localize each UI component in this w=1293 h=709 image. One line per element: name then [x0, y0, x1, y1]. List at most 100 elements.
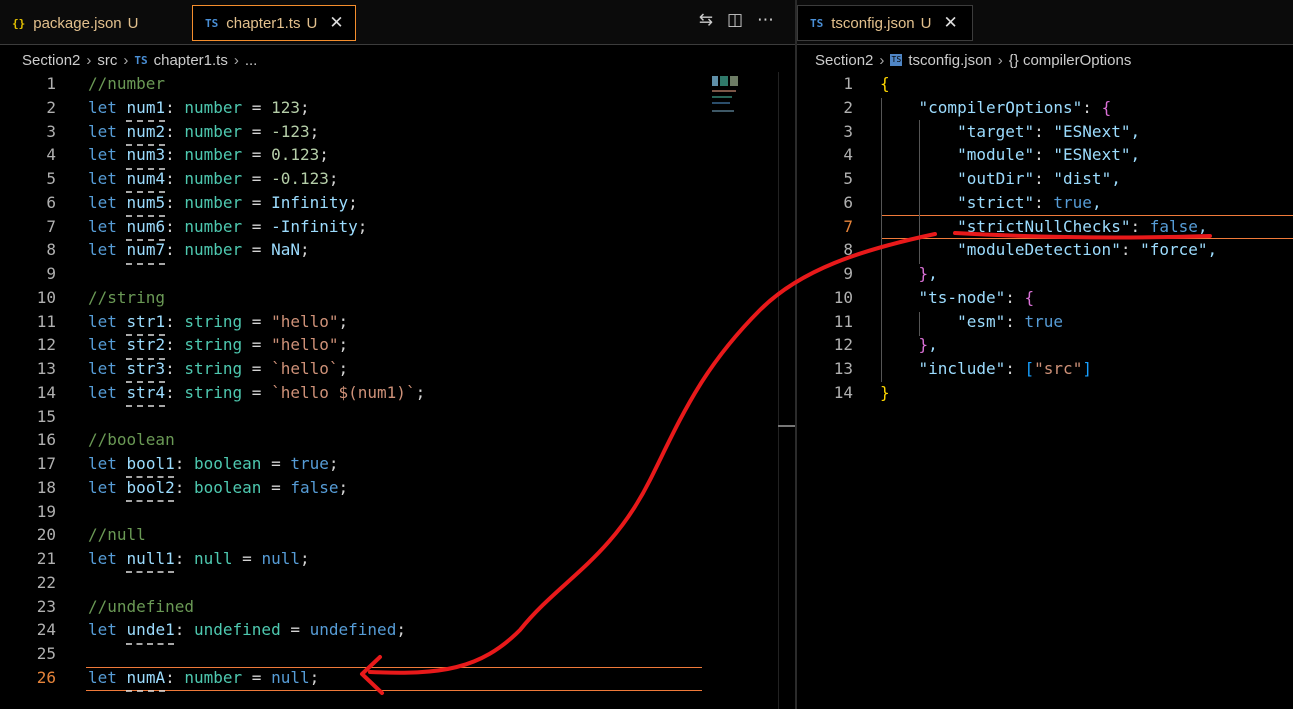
code-text: let num4: number = -0.123; — [88, 169, 339, 188]
chevron-right-icon: › — [123, 51, 129, 69]
vertical-scrollbar[interactable] — [778, 72, 779, 709]
line-number: 3 — [46, 121, 56, 141]
close-icon[interactable]: ✕ — [329, 13, 343, 33]
split-editor-icon[interactable]: ◫ — [727, 10, 743, 30]
breadcrumb: Section2 › src › TS chapter1.ts › ... — [22, 48, 257, 72]
line-number: 2 — [843, 97, 853, 117]
line-number: 19 — [36, 501, 56, 521]
line-number: 8 — [843, 240, 853, 260]
code-editor[interactable]: 1 //number 2 let num1: number = 123; 3 let nu… — [0, 72, 796, 709]
code-text: { — [880, 74, 890, 93]
code-text: let str2: string = "hello"; — [88, 335, 349, 355]
code-text: let num2: number = -123; — [88, 121, 320, 141]
tab-package-json[interactable]: {} package.json U — [0, 5, 186, 41]
line-number: 14 — [833, 382, 853, 402]
line-number: 25 — [36, 644, 56, 663]
code-text: "include": ["src"] — [918, 359, 1092, 378]
line-number: 11 — [36, 311, 56, 331]
code-text: "target": "ESNext", — [957, 121, 1141, 141]
line-number: 1 — [843, 74, 853, 93]
line-number: 26 — [36, 667, 56, 687]
close-icon[interactable]: ✕ — [943, 13, 957, 33]
line-number: 24 — [36, 620, 56, 640]
line-number: 23 — [36, 596, 56, 616]
line-number: 2 — [46, 97, 56, 117]
right-tab-bar: TS tsconfig.json U ✕ — [797, 0, 1293, 45]
code-text: }, — [918, 264, 938, 283]
left-editor-group: {} package.json U TS chapter1.ts U ✕ ⇆ ◫… — [0, 0, 796, 709]
code-text: "moduleDetection": "force", — [957, 240, 1218, 260]
code-text: "outDir": "dist", — [957, 169, 1121, 188]
chevron-right-icon: › — [997, 51, 1003, 69]
breadcrumb-item[interactable]: Section2 — [815, 52, 873, 69]
breadcrumb-item[interactable]: chapter1.ts — [154, 52, 228, 69]
line-number: 13 — [36, 359, 56, 378]
line-number: 20 — [36, 525, 56, 545]
line-number: 21 — [36, 549, 56, 568]
line-number: 7 — [46, 216, 56, 236]
breadcrumb-item[interactable]: {} compilerOptions — [1009, 52, 1132, 69]
code-text: "compilerOptions": { — [918, 97, 1112, 117]
line-number: 5 — [46, 169, 56, 188]
untracked-badge: U — [920, 14, 932, 32]
code-text: "module": "ESNext", — [957, 145, 1141, 165]
code-text: let num6: number = -Infinity; — [88, 216, 368, 236]
tab-tsconfig-json[interactable]: TS tsconfig.json U ✕ — [797, 5, 973, 41]
typescript-file-icon: TS — [205, 16, 219, 30]
breadcrumb-item[interactable]: Section2 — [22, 52, 80, 69]
line-number: 4 — [46, 145, 56, 165]
code-text: let num3: number = 0.123; — [88, 145, 329, 165]
breadcrumb-item[interactable]: ... — [245, 52, 258, 69]
code-editor[interactable]: 1 {2 "compilerOptions": { 3 "target": "ESN… — [797, 72, 1293, 709]
line-number: 14 — [36, 382, 56, 402]
more-actions-icon[interactable]: ⋯ — [757, 10, 774, 30]
code-text: //null — [88, 525, 146, 545]
line-number: 22 — [36, 572, 56, 592]
breadcrumb-item[interactable]: src — [97, 52, 117, 69]
line-number: 18 — [36, 477, 56, 497]
chevron-right-icon: › — [233, 51, 239, 69]
line-number: 8 — [46, 240, 56, 260]
editor-actions: ⇆ ◫ ⋯ — [699, 10, 774, 30]
code-text: //boolean — [88, 430, 175, 450]
breadcrumb: Section2 › TS tsconfig.json › {} compile… — [815, 48, 1131, 72]
line-number: 10 — [36, 287, 56, 307]
code-text: //number — [88, 74, 166, 93]
line-number: 6 — [843, 192, 853, 212]
code-text: let bool1: boolean = true; — [88, 454, 339, 473]
typescript-config-icon: TS — [810, 16, 824, 30]
code-text: }, — [918, 335, 938, 355]
line-number: 4 — [843, 145, 853, 165]
code-text: } — [880, 382, 890, 402]
line-number: 15 — [36, 406, 56, 426]
code-text: let num1: number = 123; — [88, 97, 310, 117]
line-number: 11 — [833, 311, 853, 331]
code-text: let bool2: boolean = false; — [88, 477, 349, 497]
line-number: 5 — [843, 169, 853, 188]
json-file-icon: {} — [12, 16, 26, 30]
line-number: 10 — [833, 287, 853, 307]
chevron-right-icon: › — [86, 51, 92, 69]
untracked-badge: U — [127, 14, 139, 32]
code-text: let null1: null = null; — [88, 549, 310, 568]
code-text: let str3: string = `hello`; — [88, 359, 349, 378]
untracked-badge: U — [306, 14, 318, 32]
compare-changes-icon[interactable]: ⇆ — [699, 10, 713, 30]
line-number: 12 — [36, 335, 56, 355]
line-number: 13 — [833, 359, 853, 378]
tab-label: tsconfig.json — [831, 14, 915, 32]
scrollbar-thumb[interactable] — [778, 425, 796, 427]
tab-chapter1-ts[interactable]: TS chapter1.ts U ✕ — [192, 5, 356, 41]
tab-label: package.json — [33, 14, 122, 32]
line-number: 6 — [46, 192, 56, 212]
code-text: "esm": true — [957, 311, 1064, 331]
right-editor-group: TS tsconfig.json U ✕ Section2 › TS tscon… — [797, 0, 1293, 709]
breadcrumb-item[interactable]: tsconfig.json — [908, 52, 991, 69]
minimap[interactable] — [710, 74, 750, 124]
line-number: 3 — [843, 121, 853, 141]
line-number: 16 — [36, 430, 56, 450]
code-text: let num5: number = Infinity; — [88, 192, 358, 212]
code-text: let str4: string = `hello $(num1)`; — [88, 382, 426, 402]
left-tab-bar: {} package.json U TS chapter1.ts U ✕ ⇆ ◫… — [0, 0, 796, 45]
code-text: let str1: string = "hello"; — [88, 311, 349, 331]
